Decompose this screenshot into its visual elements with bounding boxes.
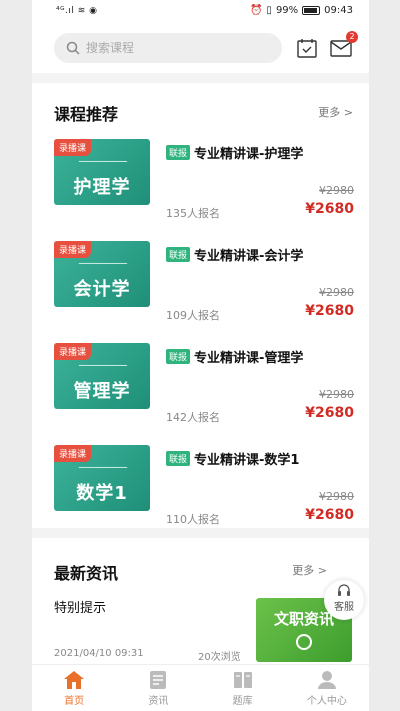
course-title: 专业精讲课-数学1 xyxy=(194,453,300,468)
recommend-more-link[interactable]: 更多 > xyxy=(318,104,353,120)
course-old-price: ¥2980 xyxy=(319,490,354,503)
search-bar[interactable] xyxy=(54,33,282,63)
news-item-views: 20次浏览 xyxy=(198,652,241,663)
course-enrolled: 110人报名 xyxy=(166,513,220,526)
user-icon xyxy=(317,671,336,689)
course-title-row: 联报 专业精讲课-会计学 xyxy=(166,245,303,264)
news-section-title: 最新资讯 xyxy=(54,564,119,583)
course-label: 联报 xyxy=(166,145,191,160)
tab-label: 首页 xyxy=(64,696,85,707)
calendar-button[interactable] xyxy=(296,37,318,59)
section-divider xyxy=(32,528,369,538)
course-card[interactable]: 录播课 ━━━━━━━━━━━━━━━━ 会计学 联报 专业精讲课-会计学 10… xyxy=(54,241,354,322)
course-thumbnail: 录播课 ━━━━━━━━━━━━━━━━ 会计学 xyxy=(54,241,150,307)
battery-icon xyxy=(302,6,321,15)
thumb-subject: 管理学 xyxy=(73,381,131,402)
course-title: 专业精讲课-会计学 xyxy=(194,249,304,264)
book-icon xyxy=(233,672,252,688)
course-old-price: ¥2980 xyxy=(319,286,354,299)
course-title-row: 联报 专业精讲课-管理学 xyxy=(166,347,303,366)
status-right: ⏰ ▯ 99% 09:43 xyxy=(250,5,353,16)
tab-news[interactable]: 资讯 xyxy=(116,665,200,711)
status-bar: ⁴ᴳ.ıl ≋ ◉ ⏰ ▯ 99% 09:43 xyxy=(32,0,369,24)
tab-profile[interactable]: 个人中心 xyxy=(285,665,369,711)
course-thumbnail: 录播课 ━━━━━━━━━━━━━━━━ 数学1 xyxy=(54,445,150,511)
signal-indicators: ⁴ᴳ.ıl ≋ ◉ xyxy=(56,6,98,16)
bottom-tab-bar: 首页 资讯 题库 个人中心 xyxy=(32,664,369,711)
tab-question-bank[interactable]: 题库 xyxy=(201,665,285,711)
news-icon xyxy=(150,671,167,689)
course-title: 专业精讲课-护理学 xyxy=(194,147,304,162)
course-card[interactable]: 录播课 ━━━━━━━━━━━━━━━━ 管理学 联报 专业精讲课-管理学 14… xyxy=(54,343,354,424)
headset-icon xyxy=(338,584,350,596)
course-thumbnail: 录播课 ━━━━━━━━━━━━━━━━ 护理学 xyxy=(54,139,150,205)
course-title-row: 联报 专业精讲课-数学1 xyxy=(166,449,299,468)
course-label: 联报 xyxy=(166,247,191,262)
course-label: 联报 xyxy=(166,349,191,364)
tab-label: 资讯 xyxy=(148,696,169,707)
thumb-subject: 护理学 xyxy=(73,177,131,198)
course-card[interactable]: 录播课 ━━━━━━━━━━━━━━━━ 数学1 联报 专业精讲课-数学1 11… xyxy=(54,445,354,526)
service-label: 客服 xyxy=(334,602,354,613)
thumb-caption: ━━━━━━━━━━━━━━━━ xyxy=(78,159,128,165)
app-page: ⁴ᴳ.ıl ≋ ◉ ⏰ ▯ 99% 09:43 2 课程推荐 更多 > 录播课 … xyxy=(32,0,369,711)
news-thumb-ring xyxy=(296,634,312,650)
course-price: ¥2680 xyxy=(305,405,354,421)
alarm-icon: ⏰ xyxy=(249,5,263,16)
course-tag: 录播课 xyxy=(54,343,92,360)
course-price: ¥2680 xyxy=(305,201,354,217)
tab-home[interactable]: 首页 xyxy=(32,665,116,711)
thumb-caption: ━━━━━━━━━━━━━━━━ xyxy=(78,465,128,471)
course-tag: 录播课 xyxy=(54,445,92,462)
search-icon xyxy=(66,41,80,55)
course-price: ¥2680 xyxy=(305,303,354,319)
course-label: 联报 xyxy=(166,451,191,466)
customer-service-button[interactable]: 客服 xyxy=(324,580,364,620)
course-card[interactable]: 录播课 ━━━━━━━━━━━━━━━━ 护理学 联报 专业精讲课-护理学 13… xyxy=(54,139,354,220)
recommend-title: 课程推荐 xyxy=(54,105,119,124)
thumb-caption: ━━━━━━━━━━━━━━━━ xyxy=(78,261,128,267)
course-enrolled: 142人报名 xyxy=(166,411,220,424)
course-enrolled: 109人报名 xyxy=(166,309,220,322)
home-icon xyxy=(64,671,85,689)
course-thumbnail: 录播课 ━━━━━━━━━━━━━━━━ 管理学 xyxy=(54,343,150,409)
message-badge: 2 xyxy=(346,31,358,43)
search-input[interactable] xyxy=(86,41,256,55)
tab-label: 题库 xyxy=(232,696,253,707)
course-title-row: 联报 专业精讲课-护理学 xyxy=(166,143,303,162)
vibrate-icon: ▯ xyxy=(266,5,272,16)
course-tag: 录播课 xyxy=(54,241,92,258)
course-enrolled: 135人报名 xyxy=(166,207,220,220)
course-old-price: ¥2980 xyxy=(319,184,354,197)
news-more-link[interactable]: 更多 > xyxy=(292,562,327,578)
message-button[interactable]: 2 xyxy=(330,31,358,59)
battery-percent: 99% xyxy=(275,5,299,16)
course-price: ¥2680 xyxy=(305,507,354,523)
clock: 09:43 xyxy=(324,5,353,16)
news-item-date: 2021/04/10 09:31 xyxy=(54,648,144,659)
course-title: 专业精讲课-管理学 xyxy=(194,351,304,366)
calendar-check-icon xyxy=(297,39,317,58)
course-tag: 录播课 xyxy=(54,139,92,156)
thumb-subject: 数学1 xyxy=(76,483,128,504)
thumb-caption: ━━━━━━━━━━━━━━━━ xyxy=(78,363,128,369)
thumb-subject: 会计学 xyxy=(73,279,131,300)
tab-label: 个人中心 xyxy=(306,696,347,707)
course-old-price: ¥2980 xyxy=(319,388,354,401)
news-item-title[interactable]: 特别提示 xyxy=(54,597,106,616)
section-divider xyxy=(32,73,369,83)
